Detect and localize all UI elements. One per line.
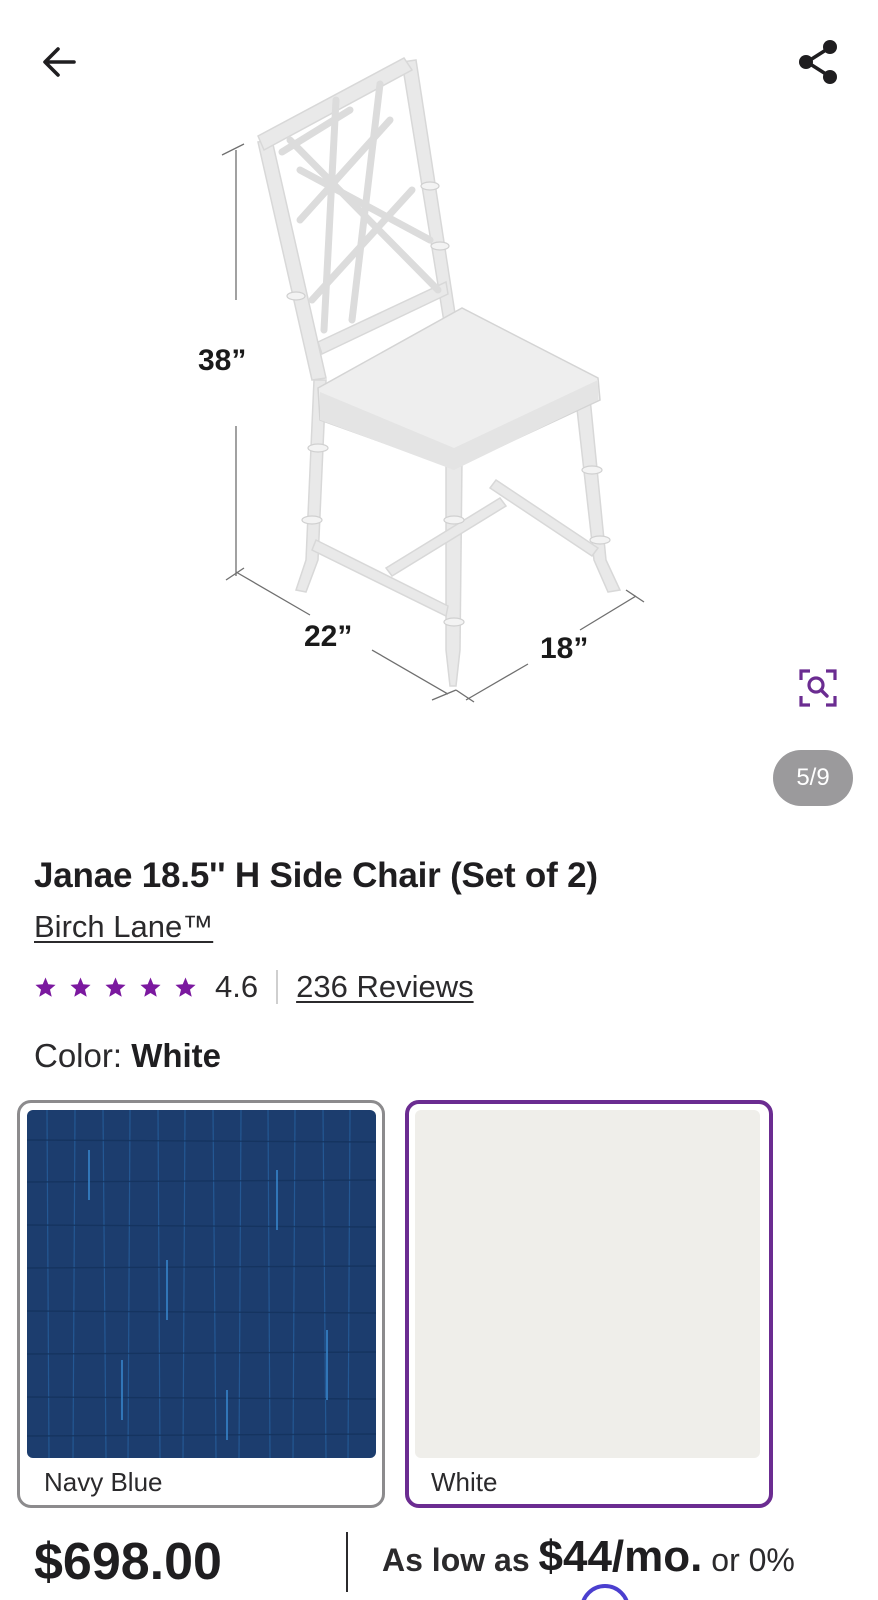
- financing-amount: $44/mo.: [538, 1532, 703, 1581]
- selected-color-value: White: [131, 1037, 222, 1074]
- rating-value: 4.6: [215, 969, 259, 1004]
- financing-suffix: or 0%: [702, 1542, 795, 1578]
- share-button[interactable]: [792, 36, 844, 88]
- zoom-search-icon: [799, 669, 837, 707]
- share-icon: [799, 40, 837, 84]
- dimension-width-label: 22”: [304, 620, 353, 653]
- star-icon: [70, 976, 91, 997]
- zoom-button[interactable]: [796, 666, 840, 710]
- swatch-white[interactable]: White: [405, 1100, 773, 1508]
- arrow-left-icon: [43, 47, 76, 77]
- rating-divider: [276, 970, 279, 1004]
- swatch-label: White: [431, 1467, 498, 1497]
- color-selection-label: Color: White: [34, 1037, 221, 1075]
- star-icon: [140, 976, 161, 997]
- product-image-chair: [221, 57, 645, 703]
- swatch-label: Navy Blue: [44, 1467, 163, 1497]
- brand-link[interactable]: Birch Lane™: [34, 909, 213, 945]
- product-price: $698.00: [34, 1533, 222, 1591]
- financing-offer[interactable]: As low as $44/mo. or 0%: [382, 1532, 795, 1582]
- swatch-navy-blue-image: [27, 1110, 376, 1458]
- navy-fabric-texture: [27, 1110, 376, 1458]
- color-label-prefix: Color:: [34, 1037, 132, 1074]
- dimension-height-label: 38”: [198, 344, 247, 377]
- star-icon: [35, 976, 56, 997]
- back-button[interactable]: [36, 38, 84, 86]
- dimension-depth-label: 18”: [540, 632, 589, 665]
- star-icon: [105, 976, 126, 997]
- product-title: Janae 18.5'' H Side Chair (Set of 2): [34, 856, 598, 895]
- swatch-white-image: [415, 1110, 760, 1458]
- swatch-navy-blue[interactable]: Navy Blue: [17, 1100, 385, 1508]
- image-counter-badge: 5/9: [773, 750, 853, 806]
- star-icon: [175, 976, 196, 997]
- financing-info-icon[interactable]: [580, 1584, 630, 1600]
- price-divider: [346, 1532, 348, 1592]
- rating-row: 4.6 236 Reviews: [34, 965, 474, 1009]
- reviews-link[interactable]: 236 Reviews: [296, 969, 473, 1005]
- star-rating: [34, 976, 197, 999]
- product-image-gallery[interactable]: 38” 22” 18” 5/9: [0, 0, 878, 820]
- financing-prefix: As low as: [382, 1542, 539, 1578]
